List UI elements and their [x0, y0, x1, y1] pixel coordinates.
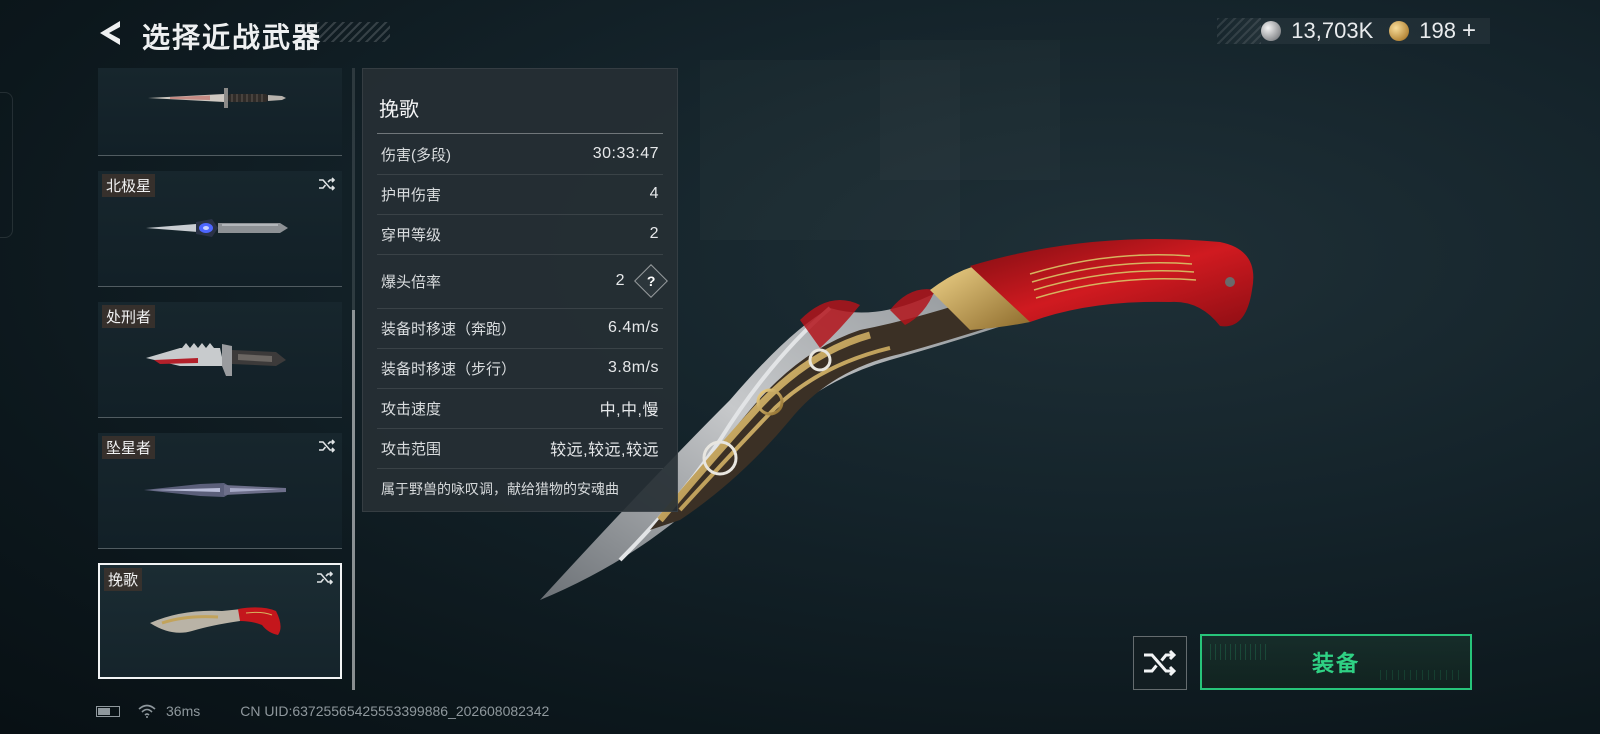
- stat-value: 较远,较远,较远: [550, 442, 659, 459]
- ping-value: 36ms: [166, 703, 201, 719]
- polaris-knife-image: [146, 219, 288, 237]
- weapon-name: 处刑者: [102, 305, 156, 328]
- weapon-name: 坠星者: [102, 436, 156, 459]
- wifi-icon: [138, 704, 156, 718]
- back-arrow-icon: [100, 21, 120, 45]
- silver-coin-icon: [1261, 21, 1282, 41]
- stat-row: 伤害(多段) 30:33:47: [377, 134, 663, 175]
- elegy-knife-image: [150, 607, 281, 635]
- gold-coin-icon: [1389, 21, 1410, 41]
- stat-row: 护甲伤害 4: [377, 174, 663, 215]
- stat-value: 4: [649, 185, 659, 202]
- page-title: 选择近战武器: [142, 22, 323, 53]
- currency-bar: 13,703K 198 +: [1217, 17, 1490, 45]
- stat-label: 装备时移速（奔跑）: [381, 320, 517, 338]
- weapon-card[interactable]: 北极星: [98, 171, 342, 287]
- stat-label: 伤害(多段): [381, 146, 451, 164]
- starfall-knife-image: [144, 483, 286, 497]
- status-bar: 36ms CN UID:637255654255533998​86_202608…: [96, 703, 549, 719]
- weapon-stats-panel: 挽歌 伤害(多段) 30:33:47 护甲伤害 4 穿甲等级 2 爆头倍率 2 …: [362, 68, 678, 512]
- stat-label: 攻击速度: [381, 400, 442, 418]
- weapon-card[interactable]: 坠星者: [98, 433, 342, 549]
- equip-label: 装备: [1311, 651, 1360, 676]
- silver-amount: 13,703K: [1291, 18, 1374, 43]
- weapon-card-selected[interactable]: 挽歌: [98, 563, 342, 679]
- shuffle-icon[interactable]: [316, 571, 334, 585]
- stat-value: 2: [615, 272, 625, 289]
- weapon-title: 挽歌: [379, 99, 419, 121]
- edge-handle[interactable]: [0, 92, 13, 238]
- stat-label: 穿甲等级: [381, 226, 442, 244]
- list-scrollbar-thumb[interactable]: [352, 310, 355, 690]
- stat-value: 30:33:47: [592, 145, 659, 162]
- gold-amount: 198: [1419, 18, 1456, 43]
- weapon-description: 属于野兽的咏叹调，献给猎物的安魂曲: [381, 481, 619, 497]
- battery-icon: [96, 705, 120, 717]
- shuffle-icon[interactable]: [318, 177, 336, 191]
- weapon-card[interactable]: 处刑者: [98, 302, 342, 418]
- stat-row: 攻击速度 中,中,慢: [377, 388, 663, 429]
- stat-value: 3.8m/s: [607, 359, 659, 376]
- stat-value: 2: [649, 225, 659, 242]
- user-uid: CN UID:637255654255533998​86_20260808234…: [240, 703, 550, 719]
- stat-row: 穿甲等级 2: [377, 214, 663, 255]
- stat-row: 攻击范围 较远,较远,较远: [377, 428, 663, 469]
- stat-label: 爆头倍率: [381, 273, 442, 291]
- weapon-card[interactable]: [98, 68, 342, 156]
- shuffle-button[interactable]: [1133, 636, 1187, 690]
- dagger-image: [148, 88, 286, 108]
- equip-button[interactable]: 装备: [1200, 634, 1472, 690]
- weapon-name: 北极星: [102, 174, 156, 197]
- stat-label: 护甲伤害: [381, 186, 442, 204]
- stat-row: 装备时移速（步行） 3.8m/s: [377, 348, 663, 389]
- back-button[interactable]: [96, 18, 124, 48]
- weapon-name: 挽歌: [104, 568, 143, 591]
- stat-label: 攻击范围: [381, 440, 442, 458]
- stat-row: 装备时移速（奔跑） 6.4m/s: [377, 308, 663, 349]
- shuffle-icon[interactable]: [318, 439, 336, 453]
- stat-value: 中,中,慢: [599, 402, 659, 419]
- shuffle-icon: [1144, 649, 1177, 677]
- stat-label: 装备时移速（步行）: [381, 360, 517, 378]
- add-currency-button[interactable]: +: [1462, 17, 1476, 45]
- stat-row: 爆头倍率 2 ?: [377, 254, 668, 309]
- stat-value: 6.4m/s: [607, 319, 659, 336]
- executioner-knife-image: [146, 343, 286, 376]
- help-button[interactable]: ?: [634, 264, 668, 298]
- help-icon: ?: [646, 273, 656, 289]
- background-light-streak: [880, 40, 1060, 180]
